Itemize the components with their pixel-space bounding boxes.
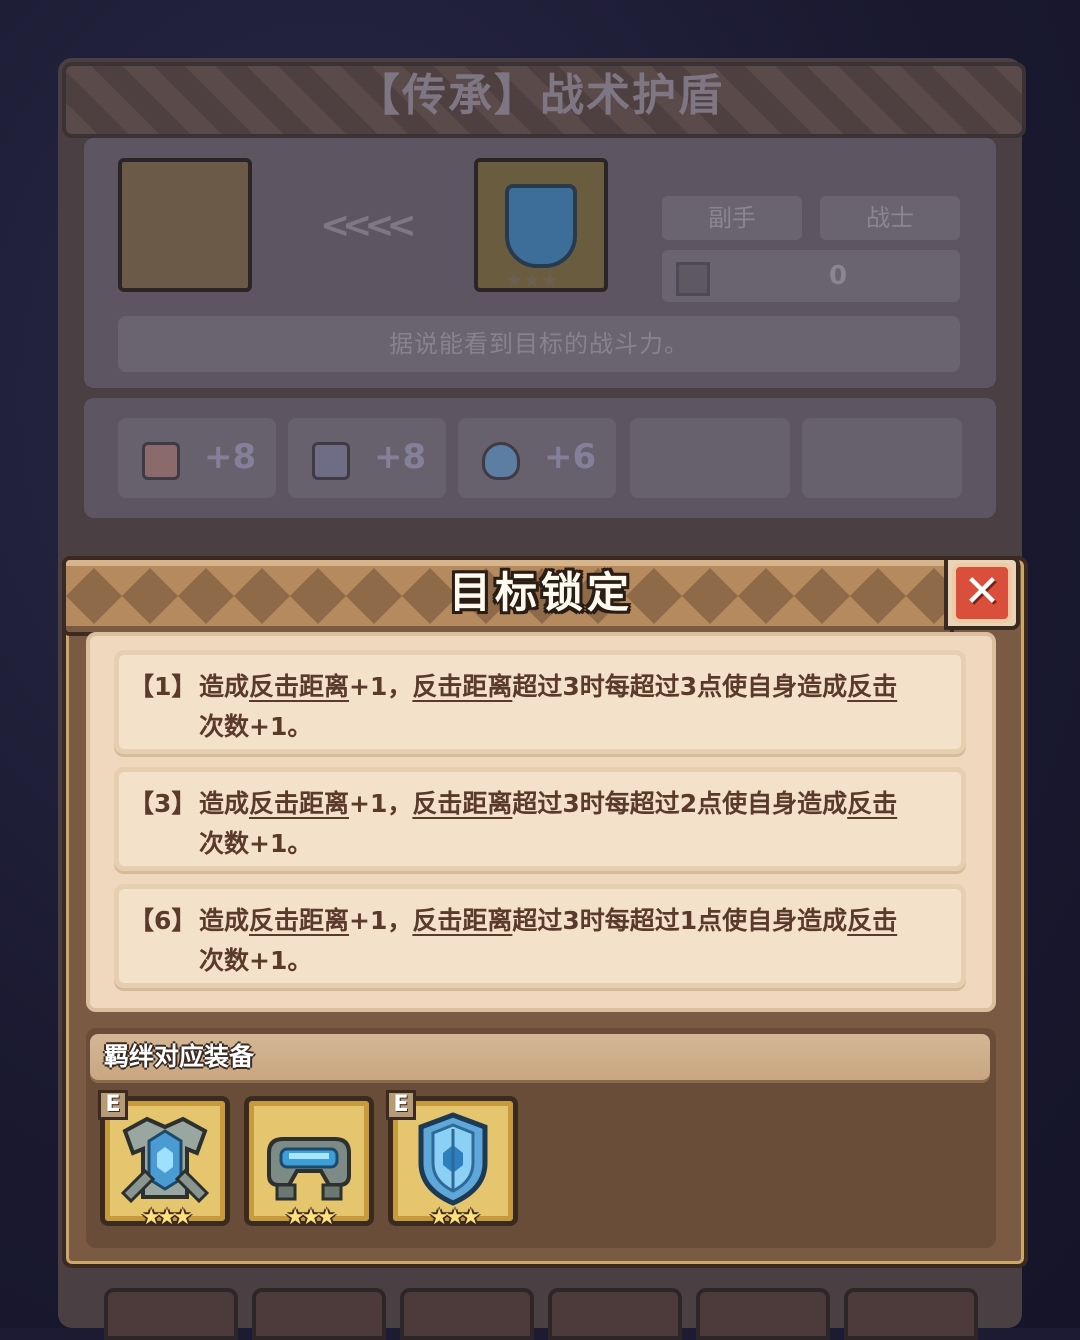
term-link[interactable]: 反击距离: [249, 672, 349, 701]
card-icon: [142, 442, 180, 480]
bond-title: 羁绊对应装备: [104, 1042, 255, 1071]
bottom-slot[interactable]: [252, 1288, 386, 1340]
item-title: 【传承】战术护盾: [356, 70, 724, 121]
bottom-slot[interactable]: [844, 1288, 978, 1340]
equipped-badge: E: [386, 1090, 416, 1120]
popup-title: 目标锁定: [448, 568, 633, 617]
hero-avatar[interactable]: [118, 158, 252, 292]
item-stars: ★★★: [505, 268, 559, 292]
stat-value: +8: [374, 437, 427, 477]
power-icon: [676, 262, 710, 296]
bottom-slot[interactable]: [400, 1288, 534, 1340]
term-link[interactable]: 反击: [847, 789, 897, 818]
term-link[interactable]: 反击距离: [412, 906, 512, 935]
close-icon[interactable]: ✕: [952, 563, 1012, 623]
term-link[interactable]: 反击距离: [249, 789, 349, 818]
equip-stars: ★★★: [285, 1205, 336, 1230]
item-description: 据说能看到目标的战斗力。: [118, 316, 960, 372]
effect-card: 【3】 造成反击距离+1，反击距离超过3时每超过2点使自身造成反击 次数+1。: [114, 767, 966, 871]
tag-warrior: 战士: [820, 196, 960, 240]
effect-card: 【6】 造成反击距离+1，反击距离超过3时每超过1点使自身造成反击 次数+1。: [114, 884, 966, 988]
term-link[interactable]: 反击距离: [249, 906, 349, 935]
tag-offhand: 副手: [662, 196, 802, 240]
power-value: 0: [828, 261, 848, 291]
shield-icon: [505, 184, 577, 268]
term-link[interactable]: 反击距离: [412, 672, 512, 701]
stat-cell-empty: [802, 418, 962, 498]
term-link[interactable]: 反击: [847, 906, 897, 935]
equip-stars: ★★★: [141, 1205, 192, 1230]
drop-icon: [482, 442, 520, 480]
arrow-left-icon: <<<<: [320, 205, 417, 246]
book-icon: [312, 442, 350, 480]
term-link[interactable]: 反击: [847, 672, 897, 701]
effect-text: 【3】 造成反击距离+1，反击距离超过3时每超过2点使自身造成反击 次数+1。: [129, 789, 898, 858]
effect-text: 【6】 造成反击距离+1，反击距离超过3时每超过1点使自身造成反击 次数+1。: [129, 906, 898, 975]
bottom-slot[interactable]: [696, 1288, 830, 1340]
stat-value: +6: [544, 437, 597, 477]
stat-cell-empty: [630, 418, 790, 498]
bottom-slot[interactable]: [104, 1288, 238, 1340]
goggles-icon: [267, 1137, 351, 1201]
effect-card: 【1】 造成反击距离+1，反击距离超过3时每超过3点使自身造成反击 次数+1。: [114, 650, 966, 754]
equipped-badge: E: [98, 1090, 128, 1120]
equip-stars: ★★★: [429, 1205, 480, 1230]
stat-value: +8: [204, 437, 257, 477]
term-link[interactable]: 反击距离: [412, 789, 512, 818]
bottom-slot[interactable]: [548, 1288, 682, 1340]
effect-text: 【1】 造成反击距离+1，反击距离超过3时每超过3点使自身造成反击 次数+1。: [129, 672, 898, 741]
